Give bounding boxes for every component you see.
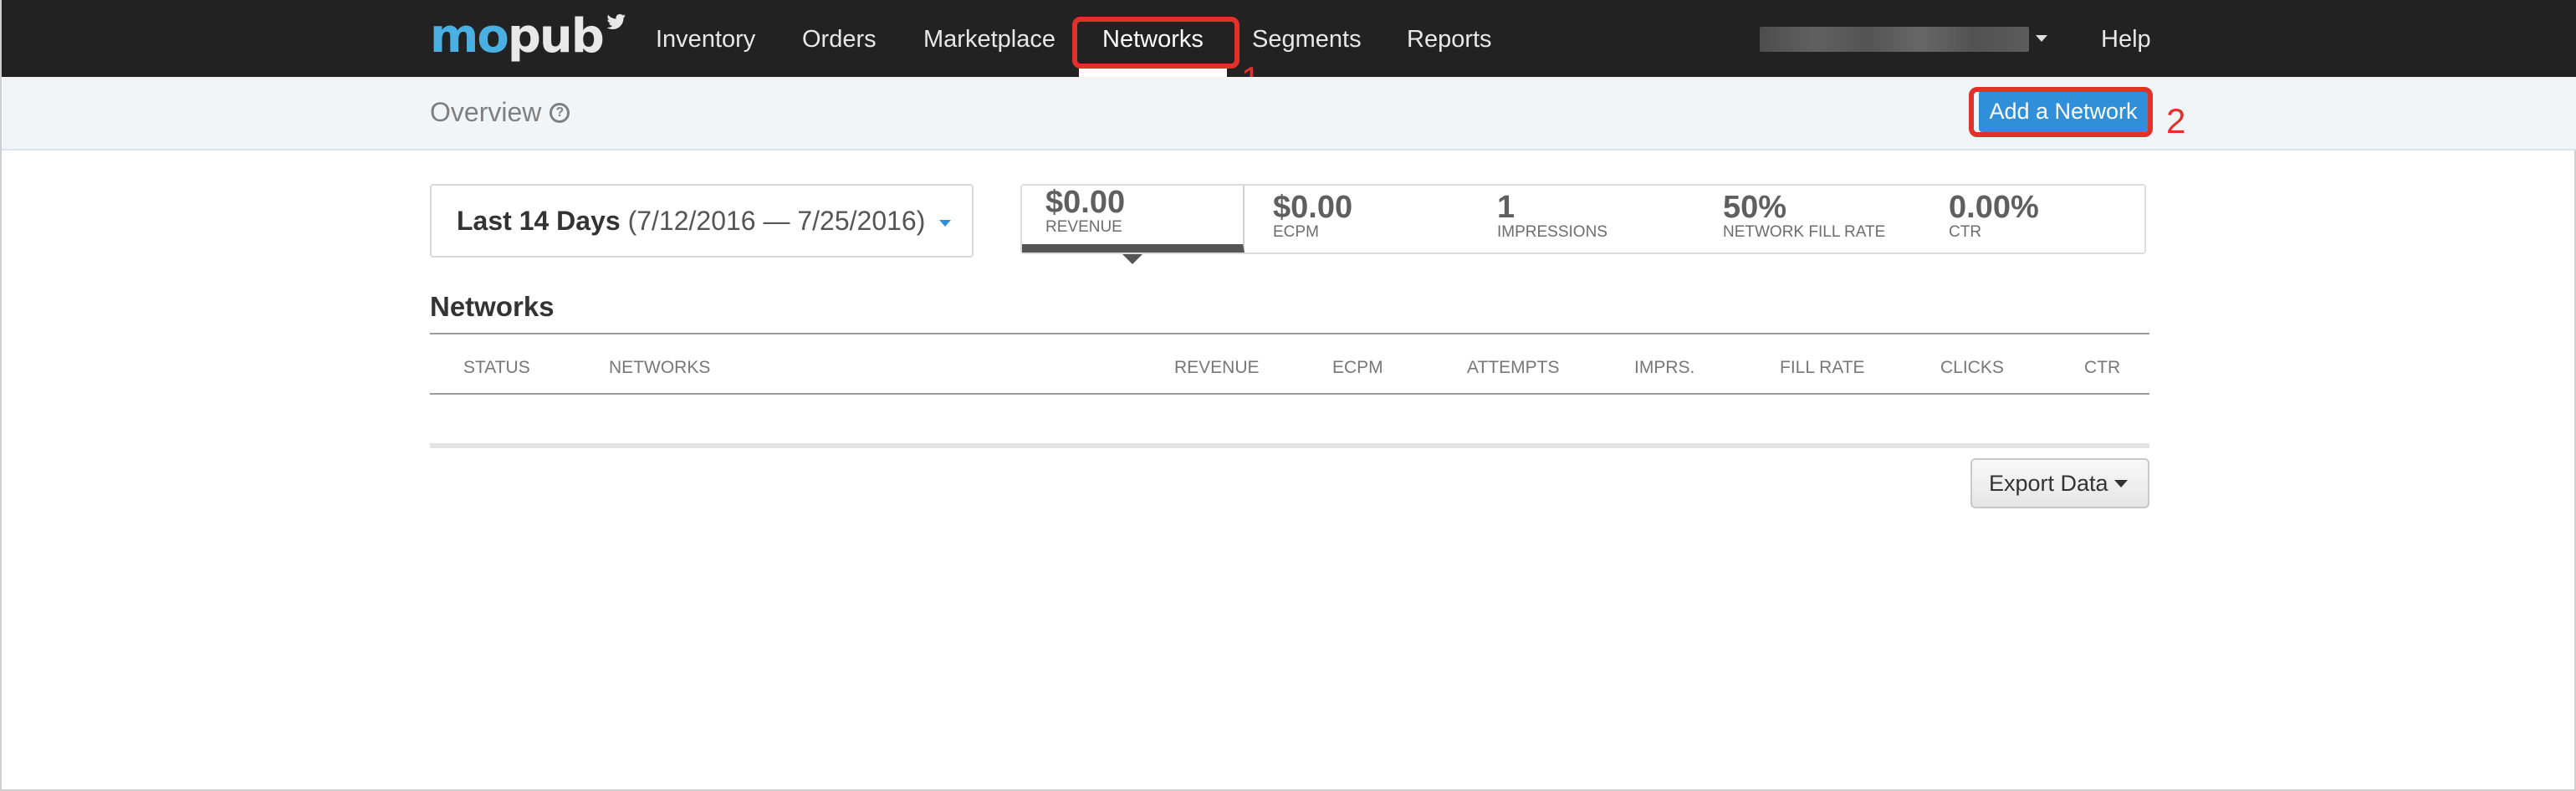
stat-ctr-label: CTR — [1949, 223, 1982, 241]
column-header-imprs[interactable]: IMPRS. — [1634, 358, 1694, 378]
column-header-revenue[interactable]: REVENUE — [1174, 358, 1260, 378]
export-data-button[interactable]: Export Data — [1970, 458, 2149, 508]
stat-fill-rate-label: NETWORK FILL RATE — [1723, 223, 1886, 241]
stat-revenue-value: $0.00 — [1045, 185, 1126, 220]
help-circle-icon[interactable]: ? — [549, 102, 570, 123]
nav-segments[interactable]: Segments — [1252, 0, 1362, 77]
column-header-fill-rate[interactable]: FILL RATE — [1780, 358, 1865, 378]
stat-fill-rate[interactable]: 50% NETWORK FILL RATE — [1723, 186, 1940, 253]
stat-impressions[interactable]: 1 IMPRESSIONS — [1497, 186, 1706, 253]
account-caret-down-icon[interactable] — [2036, 35, 2047, 42]
stats-summary-bar: $0.00 REVENUE $0.00 ECPM 1 IMPRESSIONS 5… — [1020, 184, 2146, 254]
stat-revenue[interactable]: $0.00 REVENUE — [1022, 186, 1245, 253]
stat-ecpm-label: ECPM — [1273, 223, 1319, 241]
annotation-number-2: 2 — [2166, 101, 2186, 140]
column-header-status[interactable]: STATUS — [463, 358, 530, 378]
export-data-label: Export Data — [1989, 471, 2108, 496]
page-title: Overview ? — [430, 97, 570, 128]
stat-revenue-label: REVENUE — [1045, 218, 1122, 236]
page-subheader: Overview ? Add a Network — [2, 77, 2576, 151]
column-header-ecpm[interactable]: ECPM — [1332, 358, 1383, 378]
selected-stat-pointer — [1122, 254, 1142, 264]
stat-fill-rate-value: 50% — [1723, 190, 1787, 225]
column-header-attempts[interactable]: ATTEMPTS — [1467, 358, 1559, 378]
overview-label: Overview — [430, 97, 542, 127]
date-range-picker[interactable]: Last 14 Days (7/12/2016 — 7/25/2016) — [430, 184, 974, 258]
date-range-label: Last 14 Days — [457, 206, 621, 236]
top-navbar: mopub Inventory Orders Marketplace Netwo… — [2, 0, 2576, 77]
annotation-box-2 — [1969, 87, 2153, 137]
page: mopub Inventory Orders Marketplace Netwo… — [0, 0, 2576, 791]
stat-impressions-value: 1 — [1497, 190, 1515, 225]
nav-reports[interactable]: Reports — [1407, 0, 1492, 77]
twitter-bird-icon — [606, 13, 626, 29]
export-caret-down-icon — [2114, 480, 2128, 487]
stat-ecpm[interactable]: $0.00 ECPM — [1273, 186, 1482, 253]
table-header-divider — [430, 393, 2149, 395]
table-top-divider — [430, 333, 2149, 334]
annotation-box-1 — [1072, 17, 1239, 69]
logo-pub: pub — [507, 9, 605, 64]
nav-help[interactable]: Help — [2101, 0, 2151, 77]
column-header-clicks[interactable]: CLICKS — [1940, 358, 2004, 378]
mopub-logo[interactable]: mopub — [430, 10, 626, 64]
networks-section-title: Networks — [430, 291, 555, 322]
nav-orders[interactable]: Orders — [802, 0, 877, 77]
stat-impressions-label: IMPRESSIONS — [1497, 223, 1607, 241]
date-range-dates: (7/12/2016 — 7/25/2016) — [627, 206, 926, 236]
nav-active-underline — [1079, 69, 1227, 77]
nav-inventory[interactable]: Inventory — [656, 0, 755, 77]
stat-ctr-value: 0.00% — [1949, 190, 2039, 225]
account-name-redacted[interactable] — [1760, 27, 2029, 52]
date-range-caret-down-icon — [939, 219, 952, 227]
column-header-networks[interactable]: NETWORKS — [609, 358, 710, 378]
nav-marketplace[interactable]: Marketplace — [923, 0, 1055, 77]
stat-ecpm-value: $0.00 — [1273, 190, 1353, 225]
stat-ctr[interactable]: 0.00% CTR — [1949, 186, 2133, 253]
table-bottom-divider — [430, 443, 2149, 448]
column-header-ctr[interactable]: CTR — [2084, 358, 2120, 378]
logo-mo: mo — [430, 9, 509, 64]
